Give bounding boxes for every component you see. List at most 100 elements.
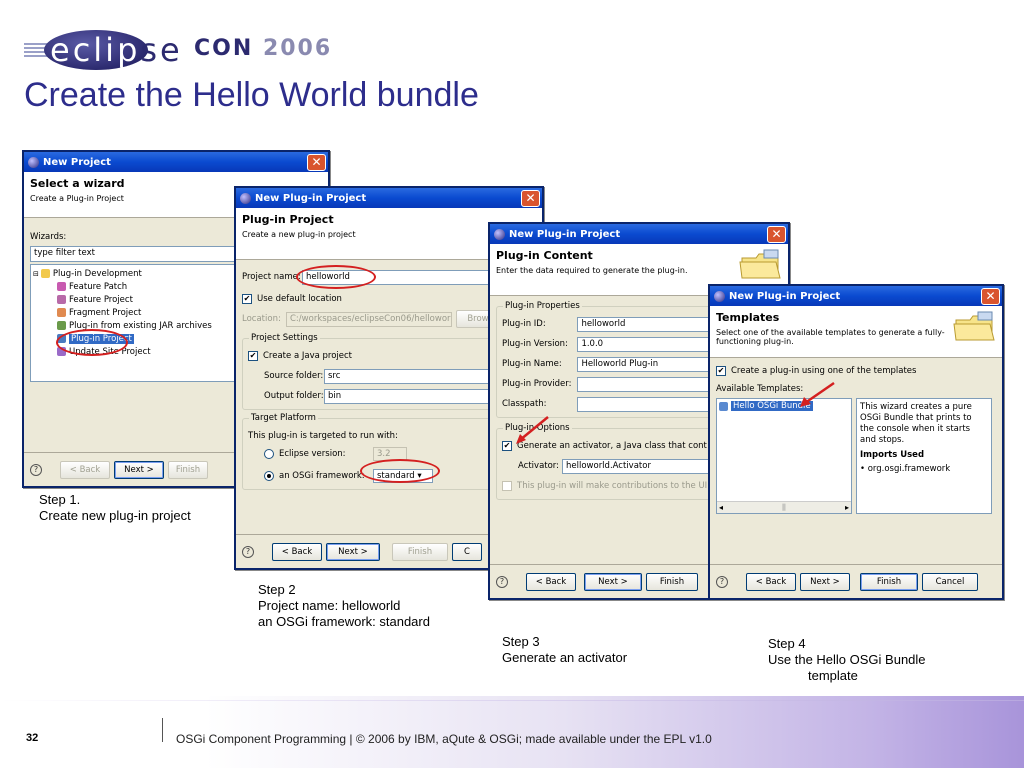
window-title: New Plug-in Project <box>729 290 841 302</box>
use-default-checkbox[interactable]: ✔ <box>242 294 252 304</box>
next-button[interactable]: Next > <box>114 460 164 479</box>
tree-label: Fragment Project <box>69 307 142 318</box>
tree-item-plugin-development[interactable]: ⊟ Plug-in Development <box>33 267 247 280</box>
highlight-ellipse <box>360 459 440 483</box>
wizard-folder-icon <box>739 249 781 279</box>
tree-item-feature-patch[interactable]: Feature Patch <box>33 280 247 293</box>
eclipse-version-radio[interactable] <box>264 449 274 459</box>
location-input[interactable]: C:/workspaces/eclipseCon06/hellowor <box>286 311 452 327</box>
plugin-name-label: Plug-in Name: <box>502 359 562 369</box>
titlebar: New Project ✕ <box>24 152 328 172</box>
activator-label: Activator: <box>518 461 560 471</box>
create-java-checkbox[interactable]: ✔ <box>248 351 258 361</box>
feature-project-icon <box>57 295 66 304</box>
window-title: New Plug-in Project <box>255 192 367 204</box>
horizontal-scrollbar[interactable]: ◂ ⫼ ▸ <box>717 501 851 513</box>
create-using-row: ✔ Create a plug-in using one of the templ… <box>716 362 996 380</box>
window-title: New Project <box>43 156 111 168</box>
filter-input[interactable]: type filter text <box>30 246 250 262</box>
cancel-button[interactable]: C <box>452 542 482 561</box>
tree-item-plugin-from-jar[interactable]: Plug-in from existing JAR archives <box>33 319 247 332</box>
wizards-label-text: Wizards: <box>30 232 67 242</box>
use-default-label: Use default location <box>257 294 342 304</box>
highlight-ellipse <box>296 265 376 289</box>
step2-text1: Project name: helloworld <box>258 598 401 613</box>
back-button[interactable]: < Back <box>272 542 322 561</box>
next-button[interactable]: Next > <box>800 572 850 591</box>
eclipse-icon <box>28 156 39 168</box>
tree-label: Plug-in Development <box>52 268 142 279</box>
close-button[interactable]: ✕ <box>307 153 326 171</box>
scroll-left-icon[interactable]: ◂ <box>719 503 723 512</box>
project-name-label: Project name: <box>242 272 301 282</box>
template-icon <box>719 401 728 411</box>
back-button[interactable]: < Back <box>60 460 110 479</box>
template-description: This wizard creates a pure OSGi Bundle t… <box>856 398 992 514</box>
imports-used-heading: Imports Used <box>860 450 925 460</box>
step4-title: Step 4 <box>768 636 806 651</box>
step1-title: Step 1. <box>39 492 81 507</box>
close-button[interactable]: ✕ <box>521 189 540 207</box>
wizard-folder-icon <box>953 311 995 341</box>
collapse-icon[interactable]: ⊟ <box>33 270 39 278</box>
next-button[interactable]: Next > <box>584 572 642 591</box>
window-title: New Plug-in Project <box>509 228 621 240</box>
help-icon[interactable]: ? <box>496 575 508 588</box>
templates-area: Hello OSGi Bundle ◂ ⫼ ▸ This wizard create… <box>716 398 996 514</box>
jar-icon <box>57 321 66 330</box>
footer-divider <box>162 718 163 742</box>
finish-button[interactable]: Finish <box>860 572 918 591</box>
finish-button[interactable]: Finish <box>646 572 698 591</box>
plugin-id-label: Plug-in ID: <box>502 319 546 329</box>
tree-item-fragment-project[interactable]: Fragment Project <box>33 306 247 319</box>
step2-title: Step 2 <box>258 582 296 597</box>
footer-divider-line <box>0 700 1024 701</box>
close-button[interactable]: ✕ <box>981 287 1000 305</box>
fragment-project-icon <box>57 308 66 317</box>
eclipse-version-label: Eclipse version: <box>279 449 346 459</box>
folder-icon <box>40 269 50 278</box>
templates-list[interactable]: Hello OSGi Bundle ◂ ⫼ ▸ <box>716 398 852 514</box>
slide-title: Create the Hello World bundle <box>24 76 479 114</box>
scroll-thumb[interactable]: ⫼ <box>782 503 786 513</box>
source-label: Source folder: <box>264 371 324 381</box>
logo-con: CON 2006 <box>194 36 332 61</box>
ui-contrib-checkbox[interactable] <box>502 481 512 491</box>
finish-button[interactable]: Finish <box>168 460 208 479</box>
finish-button[interactable]: Finish <box>392 542 448 561</box>
project-settings-label: Project Settings <box>249 333 320 343</box>
red-arrow-icon <box>800 381 835 407</box>
help-icon[interactable]: ? <box>242 545 254 558</box>
back-button[interactable]: < Back <box>746 572 796 591</box>
help-icon[interactable]: ? <box>716 575 728 588</box>
button-bar: ? < Back Next > Finish Cancel <box>710 564 1002 598</box>
cancel-button[interactable]: Cancel <box>922 572 978 591</box>
templates-window: New Plug-in Project ✕ Templates Select o… <box>708 284 1004 600</box>
next-button[interactable]: Next > <box>326 542 380 561</box>
step1-caption: Step 1. Create new plug-in project <box>39 492 191 524</box>
eclipsecon-logo: eclipse CON 2006 <box>24 26 330 74</box>
plugin-properties-label: Plug-in Properties <box>503 301 582 311</box>
import-item-label: org.osgi.framework <box>867 464 951 474</box>
close-button[interactable]: ✕ <box>767 225 786 243</box>
create-using-label: Create a plug-in using one of the templa… <box>731 366 917 376</box>
back-button[interactable]: < Back <box>526 572 576 591</box>
classpath-label: Classpath: <box>502 399 547 409</box>
create-using-template-checkbox[interactable]: ✔ <box>716 366 726 376</box>
scroll-right-icon[interactable]: ▸ <box>845 503 849 512</box>
plugin-version-label: Plug-in Version: <box>502 339 568 349</box>
step3-text: Generate an activator <box>502 650 628 665</box>
logo-eclipse-text: eclipse <box>50 31 183 69</box>
output-label: Output folder: <box>264 391 324 401</box>
generate-activator-checkbox[interactable]: ✔ <box>502 441 512 451</box>
osgi-radio[interactable] <box>264 471 274 481</box>
slide: eclipse CON 2006 Create the Hello World … <box>0 0 1024 768</box>
import-item: • org.osgi.framework <box>860 464 951 474</box>
tree-label: Feature Project <box>69 294 133 305</box>
tree-item-feature-project[interactable]: Feature Project <box>33 293 247 306</box>
help-icon[interactable]: ? <box>30 463 42 476</box>
step2-text2: an OSGi framework: standard <box>258 614 430 629</box>
step2-caption: Step 2 Project name: helloworld an OSGi … <box>258 582 430 630</box>
wizard-tree[interactable]: ⊟ Plug-in Development Feature Patch Featu… <box>30 264 250 382</box>
ui-contrib-label: This plug-in will make contributions to … <box>517 481 708 491</box>
